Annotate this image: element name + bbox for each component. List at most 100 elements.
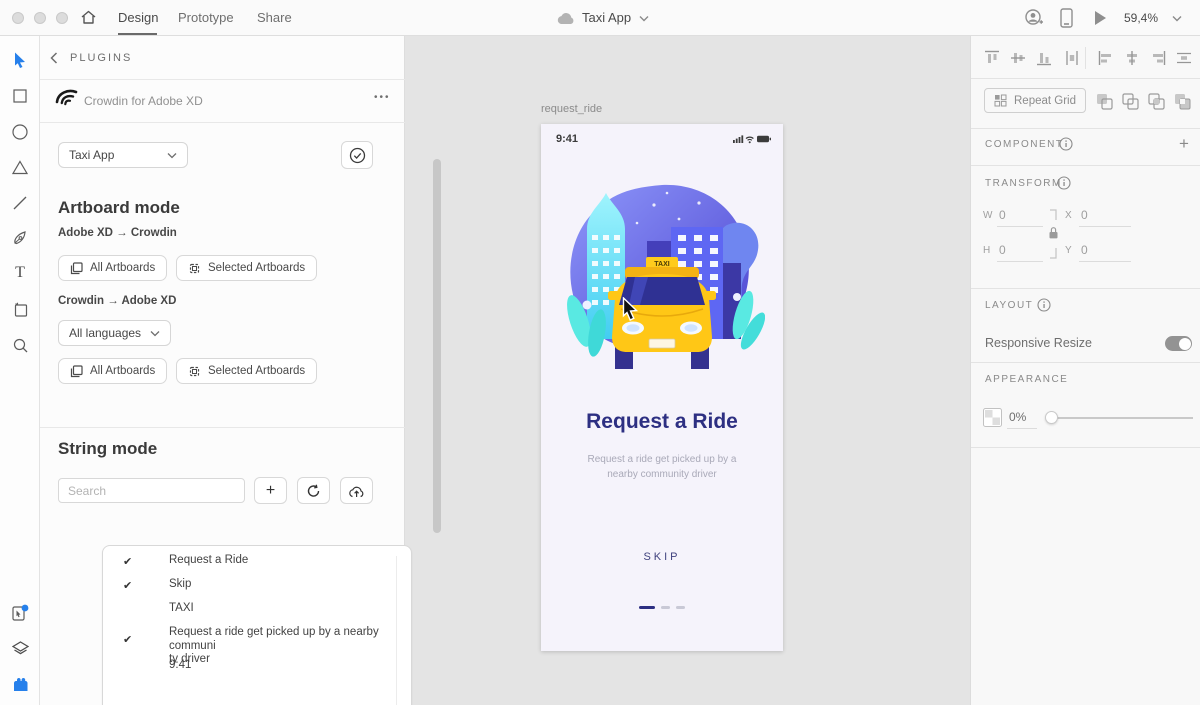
crowdin-plugin-panel: PLUGINS Crowdin for Adobe XD ••• Taxi Ap… bbox=[40, 36, 441, 705]
selected-artboards-button-up[interactable]: Selected Artboards bbox=[176, 255, 318, 281]
direction-xd-to-crowdin: Adobe XD → Crowdin bbox=[58, 227, 177, 239]
align-middle-icon[interactable] bbox=[1009, 49, 1027, 67]
confirm-project-button[interactable] bbox=[341, 141, 373, 169]
align-right-icon[interactable] bbox=[1149, 49, 1167, 67]
project-select[interactable]: Taxi App bbox=[58, 142, 188, 168]
document-title[interactable]: Taxi App bbox=[582, 10, 631, 25]
all-artboards-button-up[interactable]: All Artboards bbox=[58, 255, 168, 281]
languages-select[interactable]: All languages bbox=[58, 320, 171, 346]
height-field-label: H bbox=[983, 245, 991, 256]
repeat-grid-button[interactable]: Repeat Grid bbox=[984, 88, 1087, 113]
artboard-tool-icon[interactable] bbox=[11, 300, 29, 318]
skip-button[interactable]: SKIP bbox=[541, 551, 783, 563]
project-select-chevron-icon bbox=[167, 152, 177, 158]
desktop-preview-play-icon[interactable] bbox=[1093, 10, 1107, 26]
component-section-label: COMPONENT bbox=[985, 139, 1064, 150]
zoom-chevron-down-icon[interactable] bbox=[1172, 15, 1182, 22]
select-tool-icon[interactable] bbox=[11, 51, 29, 69]
zoom-tool-icon[interactable] bbox=[11, 336, 29, 354]
refresh-strings-button[interactable] bbox=[297, 477, 330, 504]
height-field-value[interactable]: 0 bbox=[999, 243, 1006, 257]
text-tool-icon[interactable]: T bbox=[11, 264, 29, 282]
phone-screen-title: Request a Ride bbox=[586, 410, 738, 433]
home-icon[interactable] bbox=[80, 9, 97, 26]
string-row[interactable]: 9:41 bbox=[169, 659, 381, 673]
string-row[interactable]: TAXI bbox=[169, 602, 381, 616]
window-close-button[interactable] bbox=[12, 12, 24, 24]
plugin-more-menu[interactable]: ••• bbox=[374, 92, 391, 103]
opacity-value[interactable]: 0% bbox=[1009, 410, 1026, 424]
all-artboards-button-down[interactable]: All Artboards bbox=[58, 358, 168, 384]
appearance-section-label: APPEARANCE bbox=[985, 374, 1069, 385]
doc-title-chevron-down-icon[interactable] bbox=[639, 15, 649, 22]
rectangle-tool-icon[interactable] bbox=[11, 87, 29, 105]
copy-icon bbox=[70, 261, 83, 274]
opacity-slider-knob[interactable] bbox=[1045, 411, 1058, 424]
add-component-button[interactable]: + bbox=[1179, 134, 1189, 154]
polygon-tool-icon[interactable] bbox=[11, 158, 29, 176]
artboard-request-ride[interactable]: 9:41 TAXI Request a Ride Request a ride … bbox=[541, 124, 783, 651]
layout-section-label: LAYOUT bbox=[985, 300, 1034, 311]
distribute-horizontal-icon[interactable] bbox=[1175, 49, 1193, 67]
x-field-value[interactable]: 0 bbox=[1081, 208, 1088, 222]
plugins-panel-icon[interactable] bbox=[11, 604, 29, 622]
boolean-add-icon[interactable] bbox=[1095, 92, 1114, 111]
page-dot-active bbox=[639, 606, 655, 609]
design-canvas[interactable]: request_ride 9:41 TAXI Request a Ride Re… bbox=[405, 36, 970, 705]
responsive-resize-toggle[interactable] bbox=[1165, 336, 1192, 351]
plugins-back-chevron-icon[interactable] bbox=[50, 52, 58, 64]
align-top-icon[interactable] bbox=[983, 49, 1001, 67]
opacity-underline bbox=[1007, 428, 1037, 429]
page-indicator bbox=[541, 606, 783, 609]
string-row-check: ✔ bbox=[123, 556, 133, 568]
y-field-value[interactable]: 0 bbox=[1081, 243, 1088, 257]
plugins-manager-icon[interactable] bbox=[11, 675, 29, 693]
project-select-value: Taxi App bbox=[69, 148, 115, 162]
invite-user-icon[interactable] bbox=[1024, 8, 1045, 28]
panel-scrollbar[interactable] bbox=[433, 159, 441, 533]
status-bar-icons bbox=[733, 134, 771, 144]
line-tool-icon[interactable] bbox=[11, 194, 29, 212]
boolean-intersect-icon[interactable] bbox=[1147, 92, 1166, 111]
device-preview-icon[interactable] bbox=[1060, 8, 1073, 28]
boolean-exclude-icon[interactable] bbox=[1173, 92, 1192, 111]
opacity-slider-track[interactable] bbox=[1049, 417, 1193, 419]
transform-info-icon[interactable] bbox=[1057, 176, 1071, 190]
string-row[interactable]: Request a Ride bbox=[169, 554, 381, 568]
layout-info-icon[interactable] bbox=[1037, 298, 1051, 312]
string-mode-heading: String mode bbox=[58, 439, 158, 458]
tab-design[interactable]: Design bbox=[118, 10, 158, 25]
tab-prototype[interactable]: Prototype bbox=[178, 10, 234, 25]
align-left-icon[interactable] bbox=[1097, 49, 1115, 67]
distribute-vertical-icon[interactable] bbox=[1063, 49, 1081, 67]
artboard-name-label[interactable]: request_ride bbox=[541, 103, 602, 115]
status-bar-time: 9:41 bbox=[556, 133, 579, 145]
align-center-icon[interactable] bbox=[1123, 49, 1141, 67]
width-field-value[interactable]: 0 bbox=[999, 208, 1006, 222]
pen-tool-icon[interactable] bbox=[11, 229, 29, 247]
component-info-icon[interactable] bbox=[1059, 137, 1073, 151]
y-field-underline bbox=[1079, 261, 1131, 262]
lock-aspect-icon[interactable] bbox=[1045, 206, 1061, 262]
all-artboards-label: All Artboards bbox=[90, 262, 156, 274]
repeat-grid-icon bbox=[994, 94, 1007, 107]
selection-icon bbox=[189, 366, 200, 376]
string-row-check: ✔ bbox=[123, 634, 133, 646]
tab-share[interactable]: Share bbox=[257, 10, 292, 25]
zoom-level-value[interactable]: 59,4% bbox=[1124, 11, 1158, 25]
height-field-underline bbox=[997, 261, 1043, 262]
align-bottom-icon[interactable] bbox=[1035, 49, 1053, 67]
upload-strings-button[interactable] bbox=[340, 477, 373, 504]
selected-artboards-button-down[interactable]: Selected Artboards bbox=[176, 358, 318, 384]
window-zoom-button[interactable] bbox=[56, 12, 68, 24]
string-row[interactable]: Skip bbox=[169, 578, 381, 592]
window-minimize-button[interactable] bbox=[34, 12, 46, 24]
add-string-button[interactable]: + bbox=[254, 477, 287, 504]
plugins-back-label[interactable]: PLUGINS bbox=[70, 52, 132, 64]
search-input[interactable] bbox=[58, 478, 245, 503]
ellipse-tool-icon[interactable] bbox=[11, 123, 29, 141]
boolean-subtract-icon[interactable] bbox=[1121, 92, 1140, 111]
layers-icon[interactable] bbox=[11, 640, 29, 658]
y-field-label: Y bbox=[1065, 245, 1072, 256]
strings-list: ✔ Request a Ride ✔ Skip TAXI ✔ Request a… bbox=[102, 545, 412, 705]
